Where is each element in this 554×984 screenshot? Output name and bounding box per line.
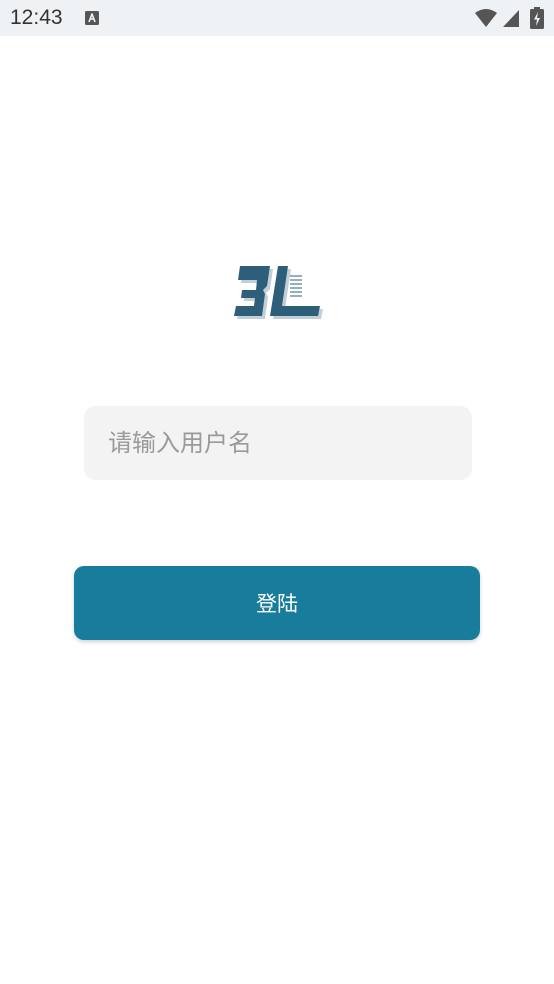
login-button[interactable]: 登陆 <box>74 566 480 640</box>
wifi-icon <box>475 9 497 27</box>
logo-3l-icon <box>234 266 323 319</box>
battery-charging-icon <box>530 7 544 29</box>
status-bar: 12:43 <box>0 0 554 36</box>
cell-signal-icon <box>503 10 519 27</box>
notification-a-icon <box>85 11 99 25</box>
status-time: 12:43 <box>10 6 63 29</box>
username-input[interactable] <box>84 406 472 480</box>
